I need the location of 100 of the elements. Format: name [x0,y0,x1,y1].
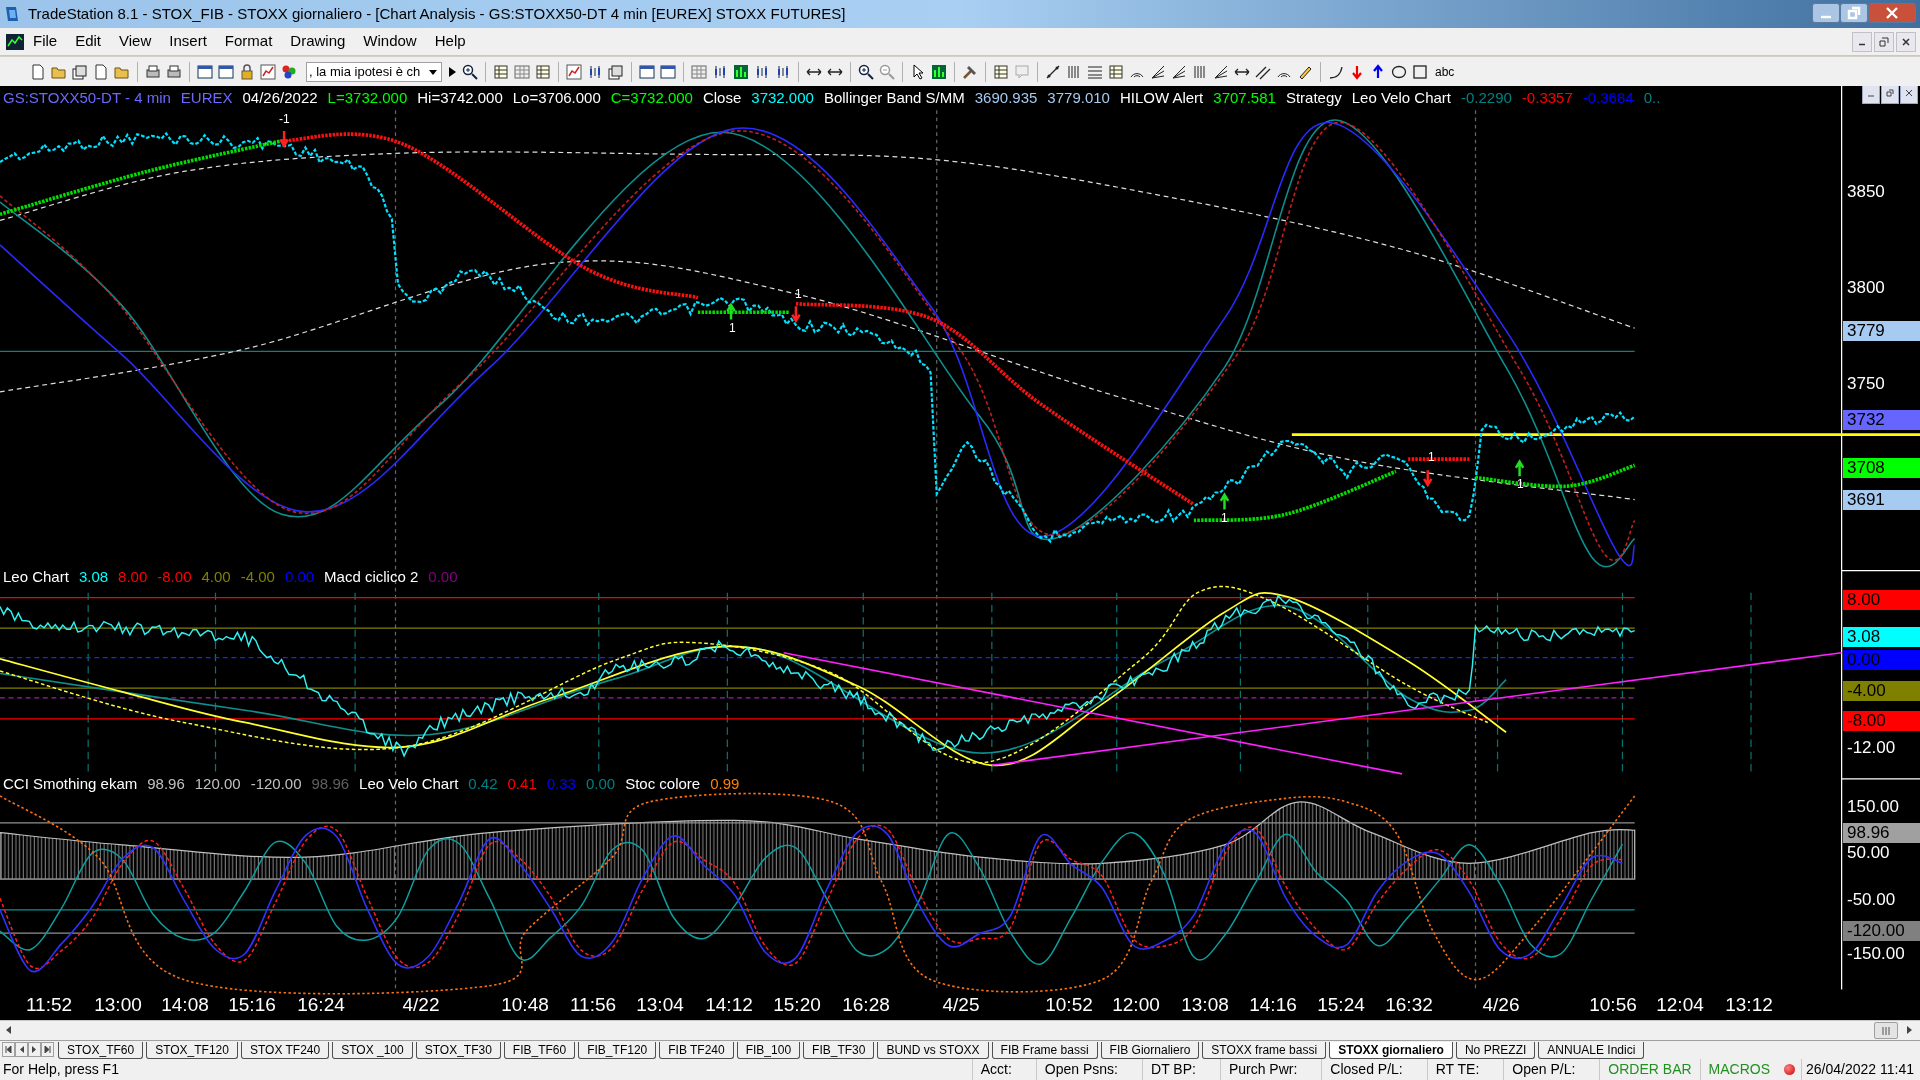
sheet-tab[interactable]: FIB_TF30 [803,1042,875,1059]
chart-legend-text: Strategy [1285,89,1342,107]
table-icon[interactable] [535,63,551,80]
chart-legend-text: 3732.000 [751,89,814,107]
balls-icon[interactable] [281,63,297,80]
time-axis-label: 10:52 [1045,994,1093,1016]
rectangle-icon[interactable] [1412,63,1428,80]
fan-lines-icon[interactable] [1171,63,1187,80]
stacked-windows-icon[interactable] [608,63,624,80]
last-tab-button[interactable] [41,1042,54,1057]
window-list-icon[interactable] [197,63,213,80]
sheet-tab[interactable]: FIB_100 [736,1042,801,1059]
stacked-windows-icon[interactable] [72,63,88,80]
zoom-out-icon[interactable] [879,63,895,80]
sheet-tab[interactable]: STOXX giornaliero [1329,1042,1453,1059]
candles-icon[interactable] [587,63,603,80]
pointer-icon[interactable] [910,63,926,80]
ellipse-icon[interactable] [1391,63,1407,80]
indicator-legend-text: Leo Chart [3,568,69,586]
bar-chart-icon[interactable] [733,63,749,80]
sheet-tab[interactable]: STOX_TF120 [146,1042,238,1059]
status-date-time: 26/04/2022 11:41 [1801,1059,1920,1080]
down-arrow-icon[interactable] [1349,63,1365,80]
hammer-icon[interactable] [962,63,978,80]
sheet-tab[interactable]: ANNUALE Indici [1538,1042,1645,1059]
vertical-lines-icon[interactable] [1192,63,1208,80]
scroll-right-arrow-icon[interactable] [1904,1025,1914,1035]
window-title: TradeStation 8.1 - STOX_FIB - STOXX giornaliero - [Chart Analysis - GS:STOXX50-DT 4 min [EUREX] STOXX FUTURES] [28,3,846,24]
indicator-legend-text: 98.96 [311,775,350,793]
window-list-icon[interactable] [660,63,676,80]
minimize-button[interactable] [1812,3,1840,23]
menu-item[interactable]: View [110,30,161,53]
trend-line-icon[interactable] [1045,63,1061,80]
close-button[interactable] [1900,86,1918,104]
fan-lines-icon[interactable] [1213,63,1229,80]
menu-item[interactable]: Edit [66,30,111,53]
signal-label: -1 [279,112,290,126]
zoom-in-icon[interactable] [858,63,874,80]
new-document-icon[interactable] [93,63,109,80]
next-tab-icon [31,1046,38,1053]
play-icon[interactable] [447,65,457,78]
sheet-tab[interactable]: FIB Frame bassi [991,1042,1098,1059]
printer-icon[interactable] [166,63,182,80]
fan-lines-icon[interactable] [1150,63,1166,80]
indicator-legend-text: 0.00 [428,568,458,586]
chart-icon[interactable] [566,63,582,80]
table-icon[interactable] [493,63,509,80]
text-tool-button[interactable]: abc [1433,62,1457,81]
menu-item[interactable]: Format [215,30,282,53]
time-axis-label: 13:04 [636,994,684,1016]
indicator-legend-text: Macd ciclico 2 [324,568,419,586]
sheet-tab[interactable]: No PREZZI [1455,1042,1536,1059]
window-list-icon[interactable] [639,63,655,80]
sheet-tab[interactable]: FIB Giornaliero [1100,1042,1200,1059]
time-axis-label: 16:32 [1385,994,1433,1016]
signal-label: 1 [1517,477,1524,491]
previous-tab-button[interactable] [15,1042,28,1057]
first-tab-button[interactable] [2,1042,15,1057]
sheet-tab[interactable]: FIB_TF120 [578,1042,657,1059]
next-tab-button[interactable] [28,1042,41,1057]
sheet-tab[interactable]: STOX_TF30 [415,1042,501,1059]
sheet-tab[interactable]: FIB_TF60 [503,1042,576,1059]
new-document-icon[interactable] [30,63,46,80]
printer-icon[interactable] [145,63,161,80]
candles-icon[interactable] [754,63,770,80]
menu-item[interactable]: Help [425,30,475,53]
lock-icon[interactable] [239,63,255,80]
price-tag: 3708 [1843,458,1920,478]
scroll-left-arrow-icon[interactable] [4,1025,14,1035]
sheet-tab[interactable]: STOX _100 [332,1042,413,1059]
zoom-in-icon[interactable] [462,63,478,80]
indicator-legend-text: -4.00 [240,568,275,586]
sheet-tab[interactable]: BUND vs STOXX [877,1042,989,1059]
chart-legend-text: -0.3357 [1521,89,1573,107]
restore-button[interactable] [1840,3,1868,23]
symbol-combo-box[interactable]: , la mia ipotesi è ch [306,61,442,82]
table-icon[interactable] [993,63,1009,80]
signal-label: 1 [795,287,802,301]
bar-chart-icon[interactable] [931,63,947,80]
sheet-tab[interactable]: STOX TF240 [240,1042,330,1059]
candles-icon[interactable] [712,63,728,80]
chart-legend-text: -0.3684 [1582,89,1634,107]
menu-item[interactable]: Window [354,30,426,53]
vertical-lines-icon[interactable] [1066,63,1082,80]
time-axis-label: 16:24 [297,994,345,1016]
menu-item[interactable]: File [24,30,67,53]
menu-item[interactable]: Drawing [281,30,355,53]
candles-icon[interactable] [775,63,791,80]
close-button[interactable] [1896,31,1916,52]
sheet-tab[interactable]: FIB TF240 [659,1042,734,1059]
chart-icon[interactable] [260,63,276,80]
last-tab-icon [44,1046,51,1053]
up-arrow-icon[interactable] [1370,63,1386,80]
table-icon[interactable] [1108,63,1124,80]
sheet-tab[interactable]: STOX_TF60 [58,1042,144,1059]
horizontal-lines-icon[interactable] [1087,63,1103,80]
time-axis-label: 14:12 [705,994,753,1016]
menu-item[interactable]: Insert [160,30,216,53]
window-list-icon[interactable] [218,63,234,80]
sheet-tab[interactable]: STOXX frame bassi [1202,1042,1327,1059]
